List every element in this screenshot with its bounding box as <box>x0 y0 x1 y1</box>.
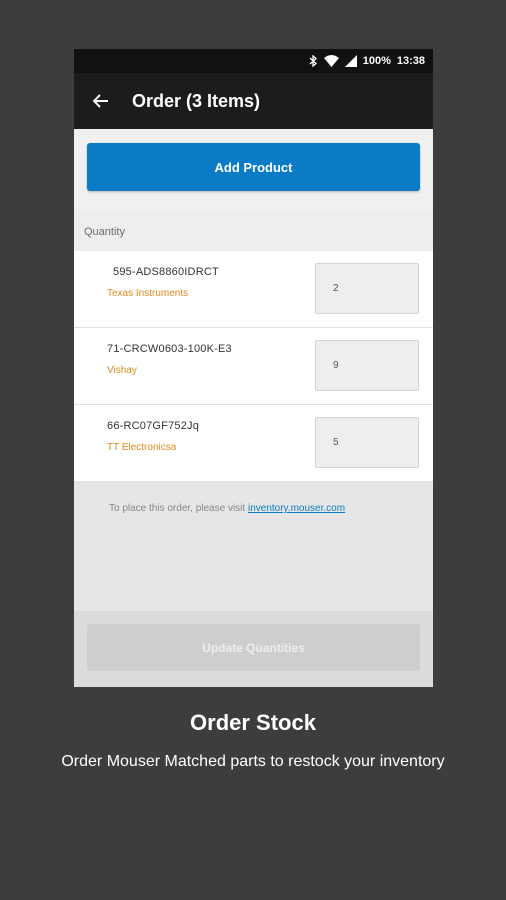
add-product-button[interactable]: Add Product <box>87 143 420 191</box>
add-product-section: Add Product <box>74 129 433 213</box>
manufacturer-label: Texas Instruments <box>107 288 189 299</box>
app-bar: Order (3 Items) <box>74 73 433 129</box>
part-number: 71-CRCW0603-100K-E3 <box>107 343 232 355</box>
order-note-text: To place this order, please visit <box>109 503 248 514</box>
footer: Update Quantities <box>74 611 433 687</box>
inventory-link[interactable]: inventory.mouser.com <box>248 503 345 514</box>
battery-level: 100% <box>362 55 391 67</box>
list-item: 71-CRCW0603-100K-E3 Vishay 9 <box>74 328 433 405</box>
phone-screen: 100% 13:38 Order (3 Items) Add Product Q… <box>74 49 433 687</box>
quantity-field[interactable]: 9 <box>315 340 419 391</box>
quantity-header: Quantity <box>74 213 433 251</box>
signal-icon <box>344 55 357 67</box>
quantity-field[interactable]: 5 <box>315 417 419 468</box>
clock: 13:38 <box>396 55 425 67</box>
page-title: Order (3 Items) <box>132 90 261 111</box>
bluetooth-icon <box>309 55 318 67</box>
status-bar: 100% 13:38 <box>74 49 433 73</box>
order-note: To place this order, please visit invent… <box>74 482 433 612</box>
caption-subtitle: Order Mouser Matched parts to restock yo… <box>61 753 445 770</box>
update-quantities-button[interactable]: Update Quantities <box>87 624 420 671</box>
caption-title: Order Stock <box>190 710 316 735</box>
list-item: 66-RC07GF752Jq TT Electronicsa 5 <box>74 405 433 482</box>
back-arrow-icon[interactable] <box>92 92 110 110</box>
part-number: 595-ADS8860IDRCT <box>113 266 219 278</box>
manufacturer-label: Vishay <box>107 365 137 376</box>
manufacturer-label: TT Electronicsa <box>107 442 177 453</box>
quantity-field[interactable]: 2 <box>315 263 419 314</box>
part-number: 66-RC07GF752Jq <box>107 420 200 432</box>
list-item: 595-ADS8860IDRCT Texas Instruments 2 <box>74 251 433 328</box>
wifi-icon <box>323 55 339 67</box>
